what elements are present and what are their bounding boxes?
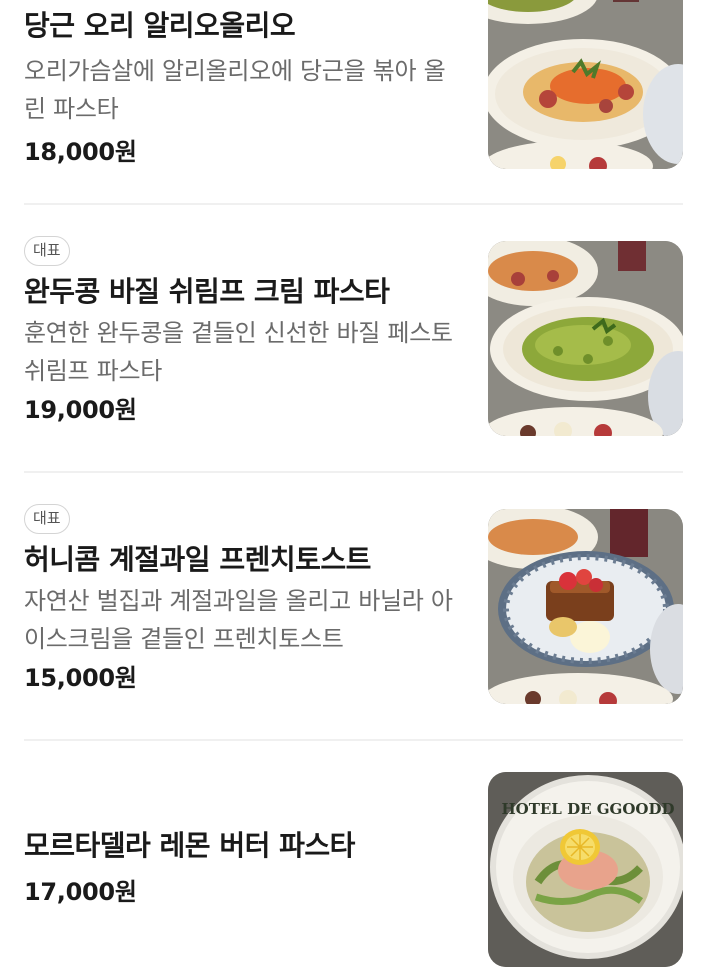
menu-item-photo[interactable]: HOTEL DE GGOODD <box>488 772 683 967</box>
menu-item-photo[interactable] <box>488 509 683 704</box>
menu-item-photo[interactable] <box>488 0 683 169</box>
menu-item-info: 당근 오리 알리오올리오 오리가슴살에 알리올리오에 당근을 볶아 올린 파스타… <box>24 6 464 170</box>
menu-item-description: 오리가슴살에 알리올리오에 당근을 볶아 올린 파스타 <box>24 57 446 123</box>
menu-item-duck-aglio-olio[interactable]: 당근 오리 알리오올리오 오리가슴살에 알리올리오에 당근을 볶아 올린 파스타… <box>24 0 683 196</box>
menu-item-name: 모르타델라 레몬 버터 파스타 <box>24 829 355 862</box>
menu-item-pea-basil-shrimp-pasta[interactable]: 대표 완두콩 바질 쉬림프 크림 파스타 훈연한 완두콩을 곁들인 신선한 바질… <box>24 236 683 436</box>
pasta-lemon-butter-photo-icon: HOTEL DE GGOODD <box>488 772 683 967</box>
signature-badge: 대표 <box>24 504 70 534</box>
pasta-basil-pea-photo-icon <box>488 241 683 436</box>
pasta-carrot-duck-photo-icon <box>488 0 683 169</box>
menu-item-mortadella-lemon-butter-pasta[interactable]: 모르타델라 레몬 버터 파스타 17,000원 HOTEL DE GGOODD <box>24 772 683 967</box>
menu-item-price: 18,000원 <box>24 138 137 166</box>
divider <box>24 471 683 473</box>
divider <box>24 739 683 741</box>
menu-item-description: 훈연한 완두콩을 곁들인 신선한 바질 페스토 쉬림프 파스타 <box>24 319 453 385</box>
menu-item-honeycomb-french-toast[interactable]: 대표 허니콤 계절과일 프렌치토스트 자연산 벌집과 계절과일을 올리고 바닐라… <box>24 504 683 704</box>
menu-item-price: 19,000원 <box>24 396 137 424</box>
french-toast-photo-icon <box>488 509 683 704</box>
plate-lettering: HOTEL DE GGOODD <box>501 800 674 818</box>
menu-item-price: 15,000원 <box>24 664 137 692</box>
menu-item-info: 대표 완두콩 바질 쉬림프 크림 파스타 훈연한 완두콩을 곁들인 신선한 바질… <box>24 236 464 428</box>
menu-item-price: 17,000원 <box>24 878 137 906</box>
menu-item-photo[interactable] <box>488 241 683 436</box>
menu-item-description: 자연산 벌집과 계절과일을 올리고 바닐라 아이스크림을 곁들인 프렌치토스트 <box>24 587 453 653</box>
menu-item-name: 당근 오리 알리오올리오 <box>24 9 296 42</box>
divider <box>24 203 683 205</box>
menu-item-name: 허니콤 계절과일 프렌치토스트 <box>24 543 371 576</box>
signature-badge: 대표 <box>24 236 70 266</box>
menu-item-info: 모르타델라 레몬 버터 파스타 17,000원 <box>24 826 464 910</box>
menu-item-name: 완두콩 바질 쉬림프 크림 파스타 <box>24 275 390 308</box>
menu-list: 당근 오리 알리오올리오 오리가슴살에 알리올리오에 당근을 볶아 올린 파스타… <box>0 0 705 967</box>
menu-item-info: 대표 허니콤 계절과일 프렌치토스트 자연산 벌집과 계절과일을 올리고 바닐라… <box>24 504 464 696</box>
